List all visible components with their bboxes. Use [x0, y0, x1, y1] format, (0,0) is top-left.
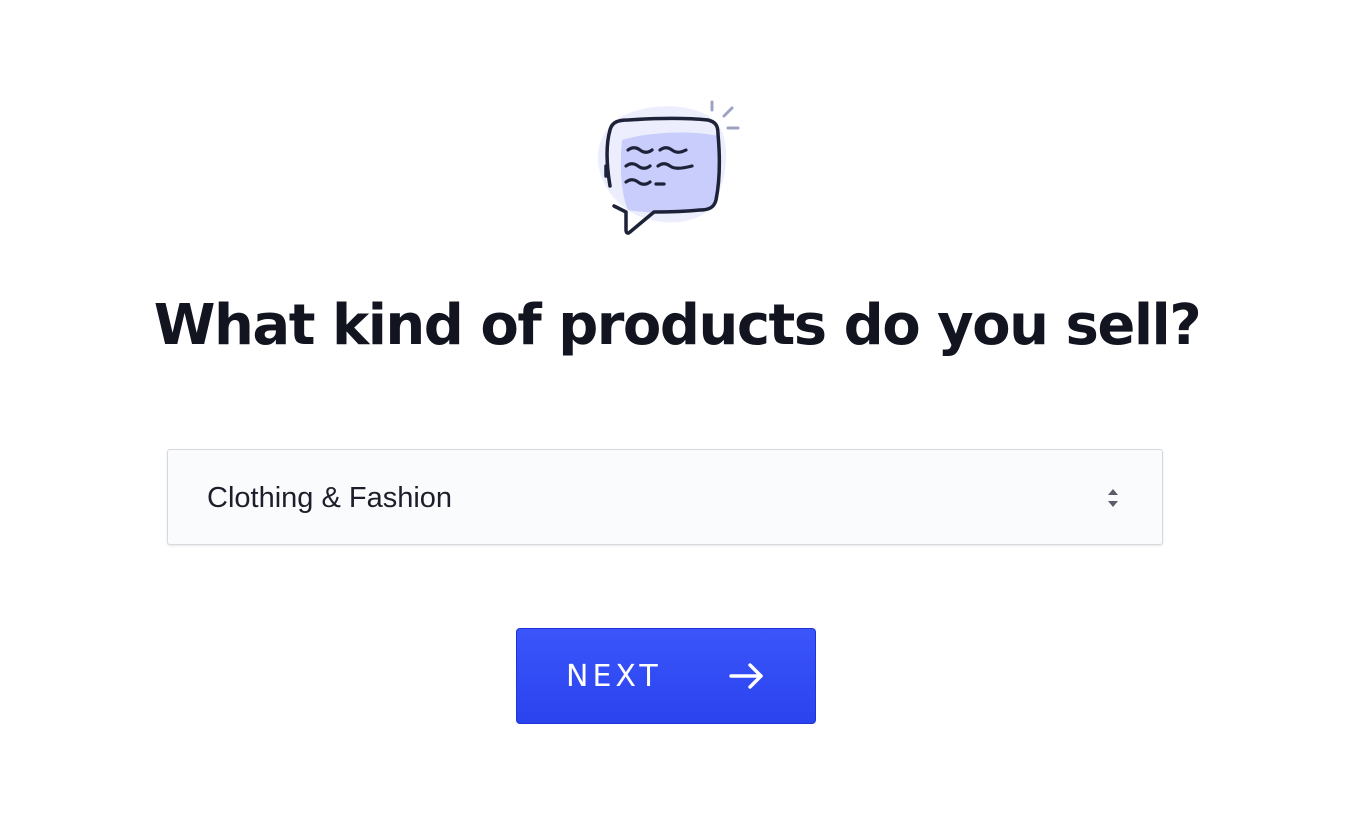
page-title: What kind of products do you sell?	[153, 293, 1202, 358]
next-button-label: NEXT	[566, 659, 662, 694]
product-category-select[interactable]: Clothing & Fashion	[167, 449, 1163, 545]
selected-category: Clothing & Fashion	[207, 482, 453, 514]
chevron-up-down-icon	[1106, 486, 1120, 510]
chat-bubble-icon	[588, 96, 744, 236]
next-button[interactable]: NEXT	[516, 628, 816, 724]
arrow-right-icon	[729, 663, 765, 689]
